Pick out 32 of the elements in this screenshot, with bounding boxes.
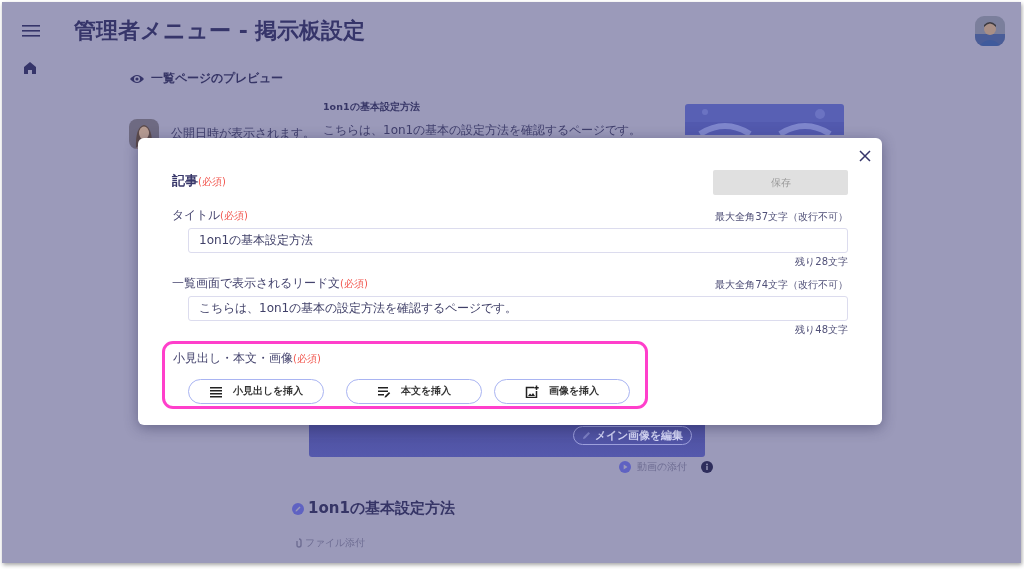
preview-title: 1on1の基本設定方法: [323, 101, 421, 114]
preview-heading: 一覧ページのプレビュー: [151, 70, 283, 87]
dialog-title: 記事: [172, 172, 198, 190]
info-icon[interactable]: [701, 461, 713, 473]
input-field[interactable]: こちらは、1on1の基本の設定方法を確認するページです。: [188, 296, 848, 321]
required-mark: (必須): [340, 277, 368, 291]
menu-icon[interactable]: [22, 24, 40, 38]
insert-button[interactable]: 小見出しを挿入: [188, 379, 324, 404]
character-limit: 最大全角74文字（改行不可）: [715, 278, 848, 292]
page-title: 管理者メニュー - 掲示板設定: [74, 17, 367, 45]
field-label: 一覧画面で表示されるリード文: [172, 275, 340, 292]
field-label: タイトル: [172, 207, 220, 224]
input-field[interactable]: 1on1の基本設定方法: [188, 228, 848, 253]
character-limit: 最大全角37文字（改行不可）: [715, 210, 848, 224]
add-image-icon: [525, 385, 539, 398]
preview-lead: こちらは、1on1の基本の設定方法を確認するページです。: [323, 122, 643, 139]
required-mark: (必須): [293, 353, 321, 366]
required-mark: (必須): [198, 176, 226, 189]
close-icon[interactable]: [859, 150, 871, 162]
section-label: 小見出し・本文・画像: [173, 350, 293, 367]
insert-button[interactable]: 本文を挿入: [346, 379, 482, 404]
eye-icon: [129, 72, 145, 85]
text-edit-icon: [377, 385, 391, 398]
article-heading: 1on1の基本設定方法: [308, 499, 455, 518]
list-icon: [209, 385, 223, 398]
required-mark: (必須): [220, 209, 248, 223]
insert-button[interactable]: 画像を挿入: [494, 379, 630, 404]
remaining-count: 残り48文字: [795, 323, 848, 337]
pencil-icon: [582, 431, 591, 440]
home-icon[interactable]: [23, 61, 37, 75]
remaining-count: 残り28文字: [795, 255, 848, 269]
paperclip-icon[interactable]: [296, 538, 302, 548]
